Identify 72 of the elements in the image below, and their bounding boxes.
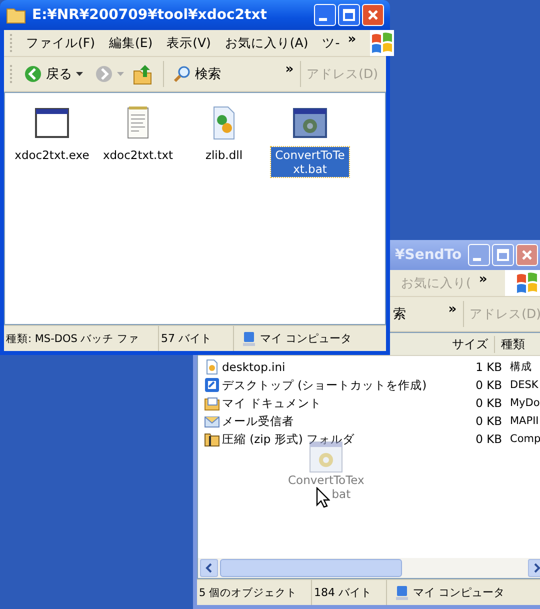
search-button[interactable]: 検索 (170, 63, 224, 85)
windows-logo-icon (370, 30, 394, 56)
address-label: アドレス(D) (470, 306, 540, 322)
file-type: DESK (509, 379, 538, 391)
file-name[interactable]: 圧縮 (zip 形式) フォルダ (222, 432, 436, 446)
file-name[interactable]: zlib.dll (203, 147, 245, 163)
batch-file-icon[interactable] (292, 105, 328, 141)
file-name[interactable]: ConvertToText.bat (271, 147, 349, 177)
cursor-icon (316, 487, 330, 509)
column-header[interactable]: サイズ (426, 336, 495, 352)
file-size: 0 KB (474, 414, 502, 428)
status-text: 種類: MS-DOS バッチ ファ (4, 326, 159, 351)
folder-icon (204, 395, 220, 411)
scrollbar-thumb[interactable] (220, 559, 402, 577)
window-title: ¥SendTo (395, 247, 462, 263)
menu-item[interactable]: ツ- (322, 34, 340, 52)
address-label: アドレス(D) (306, 66, 379, 82)
file-size: 0 KB (474, 378, 502, 392)
file-size: 0 KB (474, 432, 502, 446)
shortcut-icon (204, 377, 220, 393)
more-chevron[interactable]: » (448, 302, 457, 316)
search-button[interactable]: 索 (393, 305, 414, 323)
more-chevron[interactable]: » (285, 62, 294, 76)
status-text: 57 バイト (159, 326, 234, 351)
file-label: bat (332, 487, 351, 501)
file-name[interactable]: メール受信者 (222, 414, 436, 428)
file-name[interactable]: xdoc2txt.txt (100, 147, 176, 163)
file-icon (204, 359, 220, 375)
up-folder-icon[interactable] (133, 63, 153, 85)
windows-logo-icon (505, 270, 540, 296)
back-button[interactable]: 戻る (21, 63, 86, 85)
search-icon (173, 65, 191, 83)
file-name[interactable]: マイ ドキュメント (222, 396, 436, 410)
file-name[interactable]: デスクトップ (ショートカットを作成) (222, 378, 436, 392)
folder-icon (6, 6, 26, 24)
file-size: 0 KB (474, 396, 502, 410)
close-icon (520, 249, 533, 261)
maximize-icon (496, 249, 509, 261)
menu-item[interactable]: 編集(E) (108, 34, 153, 52)
menu-item[interactable]: お気に入り(A) (224, 34, 308, 52)
minimize-button[interactable] (314, 4, 336, 26)
file-type: MAPII (509, 415, 539, 427)
menu-item[interactable]: ファイル(F) (26, 34, 95, 52)
file-type: Comp (509, 433, 540, 445)
scroll-left-button[interactable] (200, 559, 218, 577)
file-label: ConvertToTex (288, 473, 364, 487)
file-name[interactable]: xdoc2txt.exe (12, 147, 92, 163)
status-text: 5 個のオブジェクト (197, 580, 312, 605)
file-size: 1 KB (474, 360, 502, 374)
more-chevron[interactable]: » (348, 32, 356, 46)
close-icon (367, 9, 379, 21)
column-header[interactable]: 種類 (495, 336, 525, 352)
zip-folder-icon (204, 431, 220, 447)
more-chevron[interactable]: » (478, 272, 488, 286)
menu-item[interactable]: 表示(V) (166, 34, 211, 52)
computer-icon (395, 584, 409, 600)
status-text: 184 バイト (312, 580, 387, 605)
status-text: マイ コンピュータ (387, 580, 540, 605)
close-button[interactable] (362, 4, 384, 26)
minimize-icon (319, 18, 327, 20)
status-text: マイ コンピュータ (234, 326, 386, 351)
file-type: MyDo (509, 397, 540, 409)
file-name[interactable]: desktop.ini (222, 360, 436, 374)
caret-icon (76, 72, 83, 76)
maximize-icon (343, 9, 355, 21)
window-title: E:¥NR¥200709¥tool¥xdoc2txt (32, 7, 267, 23)
application-window-icon[interactable] (34, 105, 70, 141)
file-type: 構成 (509, 360, 532, 374)
computer-icon (242, 330, 256, 346)
caret-icon (117, 72, 124, 76)
minimize-icon (472, 258, 481, 260)
maximize-button[interactable] (338, 4, 360, 26)
